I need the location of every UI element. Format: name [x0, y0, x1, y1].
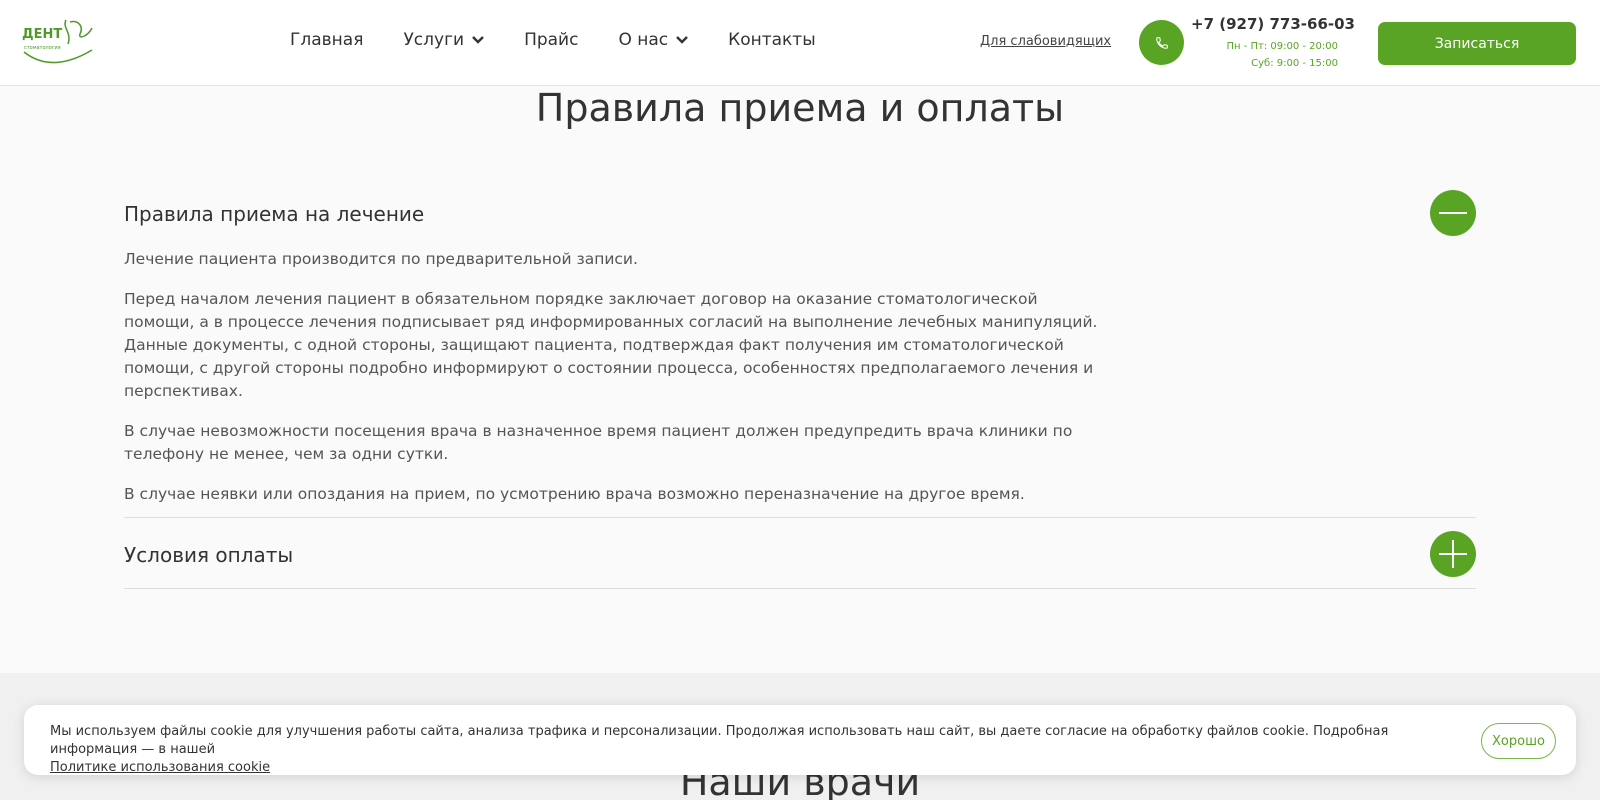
- low-vision-link[interactable]: Для слабовидящих: [980, 34, 1111, 49]
- nav-label: О нас: [618, 30, 669, 50]
- accordion-title[interactable]: Условия оплаты: [124, 543, 293, 567]
- nav-label: Главная: [290, 30, 364, 50]
- paragraph: В случае неявки или опоздания на прием, …: [124, 485, 1025, 503]
- cookie-message: Мы используем файлы cookie для улучшения…: [50, 724, 1389, 757]
- divider: [124, 588, 1476, 589]
- svg-text:стоматология: стоматология: [24, 45, 61, 51]
- phone-number[interactable]: +7 (927) 773-66-03: [1191, 15, 1355, 33]
- paragraph: Лечение пациента производится по предвар…: [124, 250, 638, 268]
- page-title: Правила приема и оплаты: [535, 86, 1065, 130]
- chevron-down-icon: [676, 36, 688, 44]
- nav-item-contacts[interactable]: Контакты: [728, 30, 816, 50]
- paragraph: В случае невозможности посещения врача в…: [124, 422, 1073, 463]
- site-header: ДЕНТ стоматология Главная Услуги Прайс О…: [0, 0, 1600, 86]
- nav-label: Контакты: [728, 30, 816, 50]
- accordion-content: Лечение пациента производится по предвар…: [124, 248, 1104, 523]
- svg-text:ДЕНТ: ДЕНТ: [22, 27, 62, 42]
- signup-button[interactable]: Записаться: [1378, 22, 1576, 65]
- phone-button[interactable]: [1139, 20, 1184, 65]
- nav-item-home[interactable]: Главная: [290, 30, 363, 50]
- cookie-policy-link[interactable]: Политике использования cookie: [50, 760, 270, 775]
- plus-icon: [1439, 540, 1467, 568]
- cookie-accept-button[interactable]: Хорошо: [1481, 723, 1556, 759]
- nav-label: Прайс: [524, 30, 579, 50]
- logo[interactable]: ДЕНТ стоматология: [22, 14, 102, 70]
- chevron-down-icon: [472, 36, 484, 44]
- hours-weekdays: Пн - Пт: 09:00 - 20:00: [1226, 41, 1338, 52]
- collapse-button[interactable]: [1430, 190, 1476, 236]
- nav-label: Услуги: [403, 30, 465, 50]
- nav-item-services[interactable]: Услуги: [403, 30, 484, 50]
- expand-button[interactable]: [1430, 531, 1476, 577]
- nav-item-price[interactable]: Прайс: [524, 30, 578, 50]
- accordion-title[interactable]: Правила приема на лечение: [124, 202, 424, 226]
- minus-icon: [1439, 212, 1467, 214]
- cookie-text: Мы используем файлы cookie для улучшения…: [50, 723, 1470, 777]
- phone-icon: [1155, 36, 1168, 49]
- main-nav: Главная Услуги Прайс О нас Контакты: [290, 30, 856, 50]
- paragraph: Перед началом лечения пациент в обязател…: [124, 290, 1098, 400]
- nav-item-about[interactable]: О нас: [618, 30, 688, 50]
- hours-saturday: Суб: 9:00 - 15:00: [1251, 58, 1338, 69]
- divider: [124, 517, 1476, 518]
- cookie-banner: Мы используем файлы cookie для улучшения…: [24, 705, 1576, 775]
